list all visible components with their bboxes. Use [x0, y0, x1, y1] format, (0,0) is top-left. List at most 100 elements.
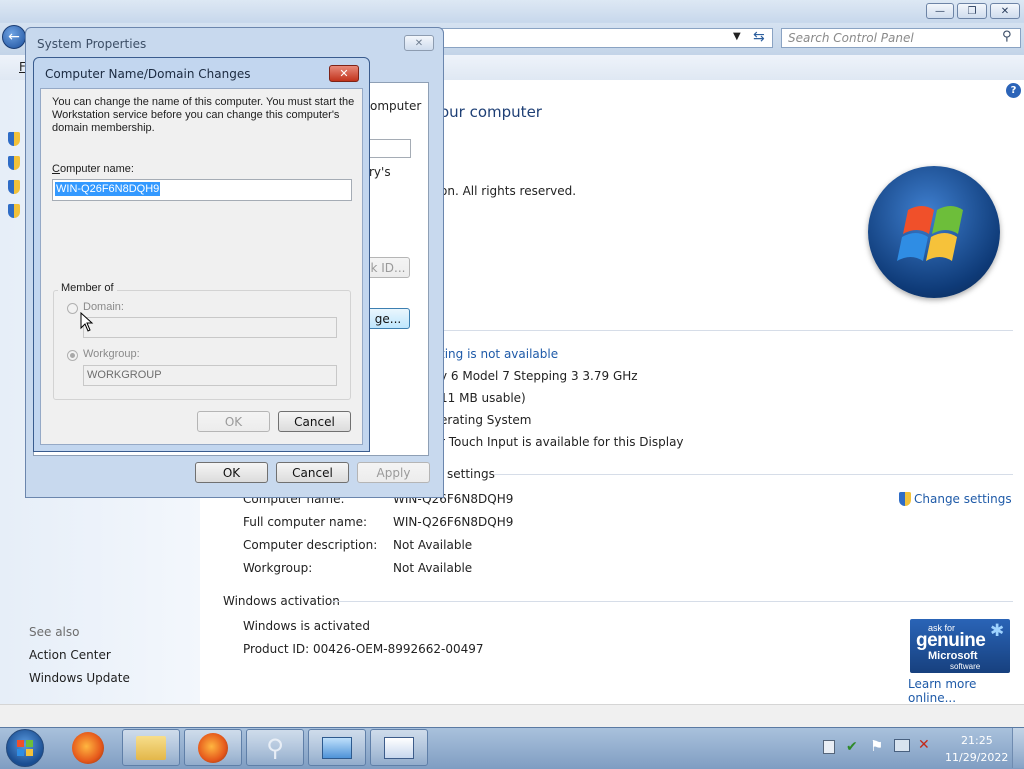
system-properties-icon [384, 736, 414, 759]
copyright-text: on. All rights reserved. [440, 184, 577, 198]
maximize-button[interactable]: ❐ [957, 3, 987, 19]
genuine-line2: genuine [916, 630, 986, 651]
workgroup-radio-label: Workgroup: [83, 348, 140, 360]
windows-flag-icon [17, 740, 33, 756]
control-panel-icon [322, 736, 352, 759]
pen-touch-value: r Touch Input is available for this Disp… [440, 435, 684, 449]
radio-dot [70, 353, 75, 358]
show-desktop-button[interactable] [1012, 728, 1024, 768]
memory-value: 11 MB usable) [440, 391, 526, 405]
control-panel-titlebar [0, 0, 1024, 22]
full-computer-name-label: Full computer name: [243, 515, 368, 529]
sp-cancel-button[interactable]: Cancel [276, 462, 349, 483]
activation-heading: Windows activation [223, 594, 340, 608]
page-heading: our computer [440, 103, 542, 121]
member-of-label: Member of [58, 282, 117, 294]
system-type-value: erating System [440, 413, 532, 427]
taskbar-firefox-button[interactable] [184, 729, 242, 766]
firefox-icon[interactable] [72, 732, 104, 764]
dialog-cancel-button[interactable]: Cancel [278, 411, 351, 432]
shield-icon[interactable] [8, 204, 20, 218]
computer-description-value: Not Available [393, 538, 473, 552]
mouse-cursor [80, 311, 94, 335]
security-check-icon[interactable]: ✔ [846, 739, 858, 755]
close-icon: ✕ [339, 67, 349, 80]
search-input[interactable]: Search Control Panel [781, 28, 1021, 48]
back-button[interactable]: ← [2, 25, 26, 49]
processor-value: y 6 Model 7 Stepping 3 3.79 GHz [440, 369, 638, 383]
section-divider [332, 601, 1013, 602]
magnifier-icon: ⚲ [266, 733, 284, 762]
taskbar-search-button[interactable]: ⚲ [246, 729, 304, 766]
taskbar-explorer-button[interactable] [122, 729, 180, 766]
help-icon[interactable]: ? [1006, 83, 1021, 98]
computer-name-field-label-rest: omputer name: [59, 163, 134, 175]
close-icon: ✕ [1000, 5, 1010, 17]
change-button[interactable]: ge... [366, 308, 410, 329]
workgroup-radio[interactable] [67, 350, 78, 361]
minimize-icon: — [935, 5, 945, 17]
product-id: Product ID: 00426-OEM-8992662-00497 [243, 642, 484, 656]
genuine-microsoft-badge[interactable]: ask for genuine Microsoft software ✱ [910, 619, 1010, 673]
clock-date[interactable]: 11/29/2022 [945, 751, 1008, 764]
dialog-intro-text: You can change the name of this computer… [52, 96, 355, 134]
computer-name-field-label: Computer name: [52, 163, 134, 175]
dialog-close-button[interactable]: ✕ [329, 65, 359, 82]
dialog-title: Computer Name/Domain Changes [45, 67, 251, 81]
computer-name-input[interactable]: WIN-Q26F6N8DQH9 [52, 179, 352, 201]
computer-settings-heading: settings [447, 467, 495, 481]
status-bar [0, 704, 1024, 728]
action-center-flag-icon[interactable]: ⚑ [870, 737, 883, 755]
system-properties-close-button[interactable]: ✕ [404, 35, 434, 51]
learn-more-link[interactable]: Learn more online... [908, 677, 1024, 705]
computer-description-label: Computer description: [243, 538, 378, 552]
activation-status: Windows is activated [243, 619, 370, 633]
shield-icon[interactable] [8, 156, 20, 170]
workgroup-value: Not Available [393, 561, 473, 575]
workgroup-label: Workgroup: [243, 561, 313, 575]
sp-description-fragment: omputer [370, 99, 422, 113]
search-icon[interactable]: ⚲ [1002, 29, 1012, 44]
action-center-link[interactable]: Action Center [29, 648, 111, 662]
full-computer-name-value: WIN-Q26F6N8DQH9 [393, 515, 514, 529]
sp-apply-button[interactable]: Apply [357, 462, 430, 483]
domain-radio[interactable] [67, 303, 78, 314]
windows-logo [868, 166, 1000, 298]
change-settings-link[interactable]: Change settings [914, 492, 1012, 506]
taskbar-system-properties-button[interactable] [370, 729, 428, 766]
shield-icon[interactable] [8, 132, 20, 146]
refresh-icon[interactable]: ⇆ [753, 29, 765, 45]
restore-icon: ❐ [967, 5, 977, 17]
network-id-button[interactable]: k ID... [366, 257, 410, 278]
sp-description-field[interactable] [368, 139, 411, 158]
star-icon: ✱ [990, 621, 1005, 640]
address-bar[interactable] [440, 28, 773, 48]
sp-ok-button[interactable]: OK [195, 462, 268, 483]
close-icon: ✕ [414, 37, 424, 49]
windows-update-link[interactable]: Windows Update [29, 671, 130, 685]
section-divider [440, 330, 1013, 331]
see-also-heading: See also [29, 625, 80, 639]
volume-muted-icon[interactable]: ✕ [918, 737, 930, 753]
shield-icon[interactable] [8, 180, 20, 194]
clock-time[interactable]: 21:25 [961, 734, 993, 747]
network-icon[interactable] [894, 739, 910, 752]
genuine-line3: Microsoft [928, 650, 978, 662]
start-button[interactable] [6, 729, 44, 767]
section-divider [494, 474, 1013, 475]
shield-icon[interactable] [899, 492, 911, 506]
minimize-button[interactable]: — [926, 3, 954, 19]
taskbar-control-panel-button[interactable] [308, 729, 366, 766]
system-properties-title: System Properties [37, 37, 147, 51]
firefox-icon [198, 732, 228, 763]
rating-link[interactable]: ting is not available [440, 347, 558, 361]
sp-text-fragment: ry's [369, 165, 391, 179]
back-arrow-icon: ← [8, 29, 20, 45]
notes-icon[interactable] [823, 740, 835, 754]
close-button[interactable]: ✕ [990, 3, 1020, 19]
domain-input[interactable] [83, 317, 337, 338]
dialog-ok-button[interactable]: OK [197, 411, 270, 432]
computer-name-input-value: WIN-Q26F6N8DQH9 [55, 182, 161, 196]
address-dropdown-icon[interactable]: ▼ [733, 31, 741, 42]
workgroup-input[interactable]: WORKGROUP [83, 365, 337, 386]
